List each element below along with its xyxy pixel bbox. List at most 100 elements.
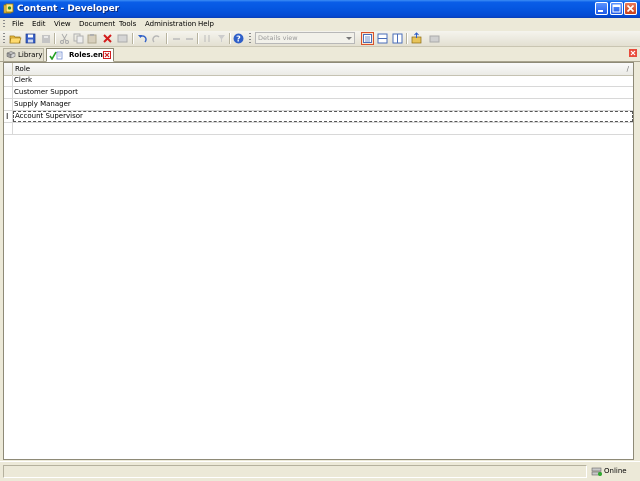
role-cell[interactable]: Customer Support <box>13 87 634 98</box>
row-gutter <box>4 87 13 98</box>
toolbar-separator <box>406 33 408 44</box>
export-icon <box>429 35 440 43</box>
close-icon <box>103 51 111 59</box>
toolbar-grip[interactable] <box>3 33 5 44</box>
title-bar[interactable]: Content - Developer <box>0 0 640 18</box>
tab-close-button[interactable] <box>103 51 111 59</box>
tab-roles-en[interactable]: Roles.en <box>46 48 114 62</box>
document-tab-strip: Library Roles.en <box>0 47 640 62</box>
copy-button[interactable] <box>72 32 85 45</box>
cut-icon <box>60 33 69 44</box>
save-all-button[interactable] <box>39 32 52 45</box>
publish-button[interactable] <box>410 32 423 45</box>
row-gutter <box>4 123 13 134</box>
window-title: Content - Developer <box>17 4 120 14</box>
minimize-icon <box>598 10 603 12</box>
toolbar-separator <box>132 33 134 44</box>
table-row-editing[interactable]: I Account Supervisor <box>4 111 633 123</box>
paste-button[interactable] <box>86 32 99 45</box>
move-down-icon <box>186 38 193 40</box>
move-down-button[interactable] <box>183 32 196 45</box>
maximize-icon <box>612 4 621 13</box>
table-row[interactable]: Supply Manager <box>4 99 633 111</box>
menu-administration[interactable]: Administration <box>145 19 196 30</box>
horizontal-split-icon <box>377 33 388 44</box>
tab-roles-en-label: Roles.en <box>69 51 103 59</box>
chevron-down-icon <box>346 37 352 40</box>
menu-tools[interactable]: Tools <box>119 19 136 30</box>
undo-button[interactable] <box>136 32 149 45</box>
sort-icon <box>204 35 210 42</box>
horizontal-split-button[interactable] <box>376 32 389 45</box>
open-button[interactable] <box>9 32 22 45</box>
menu-edit[interactable]: Edit <box>32 19 46 30</box>
menu-help[interactable]: Help <box>198 19 214 30</box>
toolbar-separator <box>197 33 199 44</box>
toolbar: ? Details view <box>0 31 640 47</box>
sort-button[interactable] <box>201 32 214 45</box>
properties-icon <box>117 34 128 43</box>
row-header-gutter <box>4 63 13 75</box>
undo-icon <box>138 35 147 43</box>
menu-bar: File Edit View Document Tools Administra… <box>0 18 640 31</box>
menu-file[interactable]: File <box>12 19 24 30</box>
save-button[interactable] <box>24 32 37 45</box>
svg-text:?: ? <box>236 34 241 43</box>
menu-view[interactable]: View <box>54 19 71 30</box>
paste-icon <box>87 34 97 44</box>
roles-grid[interactable]: Role / Clerk Customer Support Supply Man… <box>3 62 634 460</box>
close-button[interactable] <box>624 2 637 15</box>
maximize-button[interactable] <box>610 2 623 15</box>
move-up-button[interactable] <box>170 32 183 45</box>
column-header-glyph: / <box>626 65 629 73</box>
cut-button[interactable] <box>58 32 71 45</box>
tab-library[interactable]: Library <box>3 48 44 61</box>
row-gutter <box>4 75 13 86</box>
role-cell-new[interactable] <box>13 123 634 134</box>
table-row[interactable]: Customer Support <box>4 87 633 99</box>
view-mode-value: Details view <box>258 34 298 42</box>
filter-button[interactable] <box>215 32 228 45</box>
panel-close-button[interactable] <box>629 49 637 57</box>
publish-icon <box>411 32 422 44</box>
row-gutter: I <box>4 111 13 122</box>
details-view-button[interactable] <box>361 32 374 45</box>
column-header-role[interactable]: Role <box>15 63 30 75</box>
application-window: Content - Developer File Edit View Docum… <box>0 0 640 481</box>
vertical-split-icon <box>392 33 403 44</box>
toolbar-grip[interactable] <box>249 33 251 44</box>
minimize-button[interactable] <box>595 2 608 15</box>
online-label: Online <box>604 467 627 475</box>
export-button[interactable] <box>428 32 441 45</box>
toolbar-separator <box>54 33 56 44</box>
online-server-icon <box>591 467 602 476</box>
redo-icon <box>152 35 160 43</box>
connection-status: Online <box>589 465 637 478</box>
status-message-pane <box>3 465 587 478</box>
role-cell[interactable]: Clerk <box>13 75 634 86</box>
delete-button[interactable] <box>101 32 114 45</box>
folder-open-icon <box>9 35 22 44</box>
copy-icon <box>73 33 84 44</box>
menu-document[interactable]: Document <box>79 19 115 30</box>
table-row-new[interactable] <box>4 123 633 135</box>
close-icon <box>626 4 635 13</box>
row-gutter <box>4 99 13 110</box>
role-cell-editing[interactable]: Account Supervisor <box>13 111 633 122</box>
redo-button[interactable] <box>150 32 163 45</box>
edit-marker: I <box>6 112 9 121</box>
menu-grip[interactable] <box>3 20 5 29</box>
library-icon <box>6 51 16 59</box>
view-mode-select[interactable]: Details view <box>255 32 355 44</box>
toolbar-separator <box>229 33 231 44</box>
help-button[interactable]: ? <box>232 32 245 45</box>
app-icon[interactable] <box>3 3 14 14</box>
vertical-split-button[interactable] <box>391 32 404 45</box>
properties-button[interactable] <box>116 32 129 45</box>
role-cell[interactable]: Supply Manager <box>13 99 634 110</box>
filter-icon <box>218 35 225 42</box>
save-all-icon <box>42 35 50 43</box>
move-up-icon <box>173 38 180 40</box>
table-row[interactable]: Clerk <box>4 75 633 87</box>
delete-icon <box>103 34 112 43</box>
